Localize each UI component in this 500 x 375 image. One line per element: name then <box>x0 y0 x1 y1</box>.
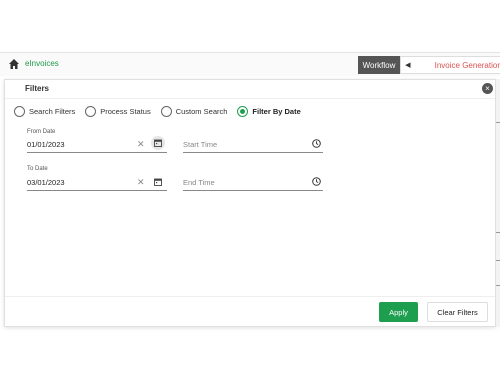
background-page-edge <box>496 79 500 327</box>
to-date-label: To Date <box>27 166 48 172</box>
apply-button[interactable]: Apply <box>379 302 418 322</box>
to-date-field[interactable]: 03/01/2023 ✕ <box>27 175 167 191</box>
calendar-icon[interactable] <box>154 178 162 186</box>
end-time-placeholder[interactable]: End Time <box>183 178 215 187</box>
chevron-left-icon[interactable]: ◀ <box>401 61 415 69</box>
calendar-icon <box>154 139 162 147</box>
radio-selected-icon[interactable] <box>237 105 249 117</box>
radio-label: Process Status <box>100 106 151 116</box>
app-header: eInvoices Workflow ◀ Invoice Generation <box>0 52 500 76</box>
radio-custom-search[interactable]: Custom Search <box>160 105 228 117</box>
radio-search-filters[interactable]: Search Filters <box>14 105 76 117</box>
radio-circle-icon[interactable] <box>160 105 172 117</box>
screen: eInvoices Workflow ◀ Invoice Generation … <box>0 0 500 375</box>
breadcrumb-einvoices[interactable]: eInvoices <box>25 59 59 68</box>
from-date-value[interactable]: 01/01/2023 <box>27 140 65 149</box>
radio-process-status[interactable]: Process Status <box>85 105 151 117</box>
background-row-mark <box>496 232 500 233</box>
from-date-field[interactable]: 01/01/2023 ✕ <box>27 136 167 153</box>
calendar-button[interactable] <box>151 136 165 150</box>
divider <box>5 296 495 297</box>
radio-filter-by-date[interactable]: Filter By Date <box>237 105 301 117</box>
workflow-tab-bar: ◀ Invoice Generation <box>400 56 500 74</box>
divider <box>5 98 495 99</box>
to-date-value[interactable]: 03/01/2023 <box>27 178 65 187</box>
radio-label: Custom Search <box>175 106 228 116</box>
clear-icon[interactable]: ✕ <box>137 177 145 188</box>
background-row-mark <box>496 122 500 123</box>
radio-circle-icon[interactable] <box>14 105 25 117</box>
clear-icon[interactable]: ✕ <box>137 139 145 150</box>
end-time-field[interactable]: End Time <box>183 175 323 191</box>
background-row-mark <box>496 285 500 286</box>
invoice-generation-tab[interactable]: Invoice Generation <box>415 61 500 70</box>
start-time-placeholder[interactable]: Start Time <box>183 140 217 149</box>
close-icon[interactable]: × <box>482 83 493 94</box>
radio-circle-icon[interactable] <box>85 105 97 117</box>
background-row-mark <box>496 260 500 261</box>
from-date-label: From Date <box>27 129 56 135</box>
filters-panel: Filters × Search Filters Process Status … <box>4 79 496 327</box>
filter-type-radio-group: Search Filters Process Status Custom Sea… <box>14 104 311 118</box>
panel-title: Filters <box>25 84 50 93</box>
radio-label: Filter By Date <box>252 106 301 116</box>
workflow-button[interactable]: Workflow <box>358 56 400 74</box>
radio-label: Search Filters <box>29 106 76 116</box>
clock-icon[interactable] <box>312 177 321 186</box>
start-time-field[interactable]: Start Time <box>183 137 323 153</box>
clear-filters-button[interactable]: Clear Filters <box>427 302 488 322</box>
home-icon[interactable] <box>8 58 20 70</box>
clock-icon[interactable] <box>312 139 321 148</box>
